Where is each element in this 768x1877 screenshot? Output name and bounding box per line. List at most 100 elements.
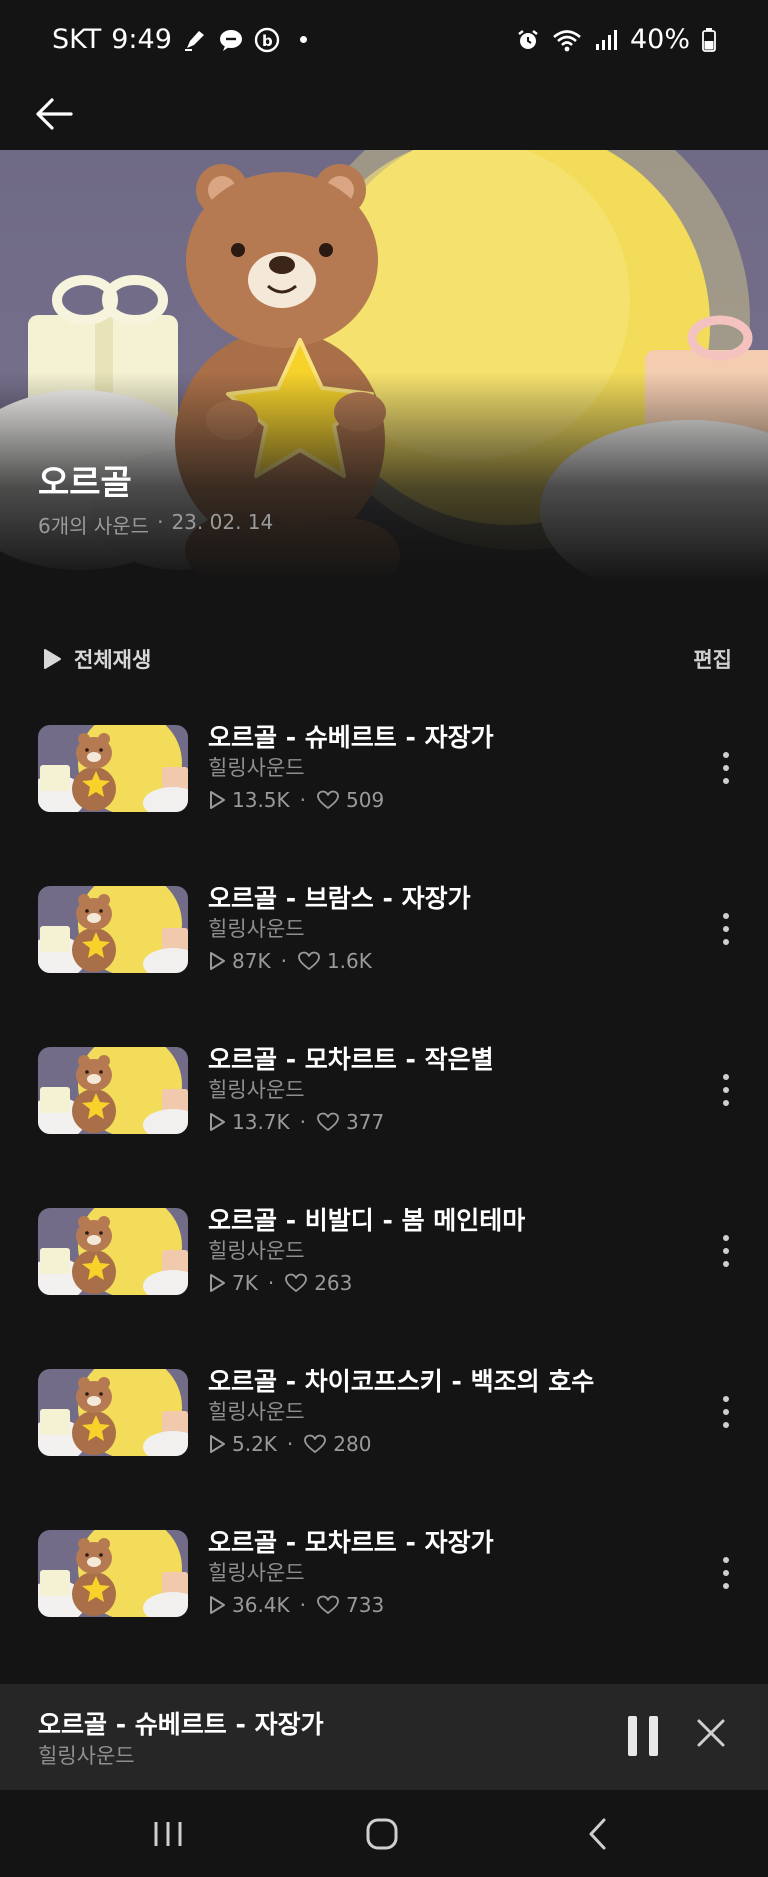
b-app-icon: b — [254, 27, 280, 53]
more-dot — [723, 1409, 729, 1415]
back-button[interactable] — [30, 90, 78, 138]
status-bar: SKT 9:49 b 40% — [0, 0, 768, 86]
carrier-label: SKT — [52, 24, 102, 55]
home-icon — [366, 1818, 398, 1850]
more-dot — [723, 913, 729, 919]
heart-icon — [317, 1112, 339, 1131]
time-label: 9:49 — [111, 24, 172, 55]
play-all-button[interactable]: 전체재생 — [42, 644, 151, 674]
chat-bubble-icon — [218, 27, 244, 53]
sound-count: 6개의 사운드 — [38, 514, 150, 538]
more-dot — [723, 1248, 729, 1254]
more-options-button[interactable] — [714, 1068, 738, 1112]
battery-label: 40% — [629, 24, 690, 55]
chevron-left-icon — [589, 1818, 606, 1850]
track-row[interactable]: 오르골 - 모차르트 - 자장가 힐링사운드 36.4K · 733 — [0, 1505, 768, 1666]
track-thumbnail — [38, 1208, 188, 1295]
edit-button[interactable]: 편집 — [693, 644, 732, 674]
play-count: 36.4K — [232, 1593, 290, 1617]
track-artist: 힐링사운드 — [208, 917, 305, 941]
track-row[interactable]: 오르골 - 비발디 - 봄 메인테마 힐링사운드 7K · 263 — [0, 1183, 768, 1344]
svg-text:b: b — [262, 32, 273, 50]
playlist-hero: 오르골 6개의 사운드 · 23. 02. 14 — [0, 150, 768, 582]
track-row[interactable]: 오르골 - 브람스 - 자장가 힐링사운드 87K · 1.6K — [0, 861, 768, 1022]
play-count: 13.5K — [232, 788, 290, 812]
track-thumbnail — [38, 1047, 188, 1134]
stats-separator: · — [299, 788, 307, 812]
notification-dot — [299, 36, 307, 43]
recent-apps-button[interactable] — [146, 1812, 190, 1856]
more-dot — [723, 1261, 729, 1267]
pause-button[interactable] — [628, 1716, 658, 1756]
track-stats: 36.4K · 733 — [208, 1593, 384, 1617]
play-count-icon — [210, 952, 225, 970]
track-stats: 7K · 263 — [208, 1271, 352, 1295]
track-artist: 힐링사운드 — [208, 1561, 305, 1585]
track-thumbnail — [38, 886, 188, 973]
track-row[interactable]: 오르골 - 차이코프스키 - 백조의 호수 힐링사운드 5.2K · 280 — [0, 1344, 768, 1505]
system-back-button[interactable] — [576, 1812, 620, 1856]
more-dot — [723, 1396, 729, 1402]
more-options-button[interactable] — [714, 1390, 738, 1434]
play-count-icon — [210, 1113, 225, 1131]
heart-icon — [304, 1434, 327, 1453]
arrow-left-icon — [36, 98, 73, 130]
track-title: 오르골 - 차이코프스키 - 백조의 호수 — [208, 1367, 595, 1396]
more-options-button[interactable] — [714, 746, 738, 790]
track-stats: 5.2K · 280 — [208, 1432, 371, 1456]
track-title: 오르골 - 브람스 - 자장가 — [208, 884, 471, 913]
more-dot — [723, 1074, 729, 1080]
like-count: 377 — [346, 1110, 385, 1134]
track-title: 오르골 - 슈베르트 - 자장가 — [208, 723, 494, 752]
track-stats: 87K · 1.6K — [208, 949, 372, 973]
play-count-icon — [210, 791, 225, 809]
close-icon — [697, 1719, 725, 1747]
more-options-button[interactable] — [714, 1229, 738, 1273]
track-stats: 13.7K · 377 — [208, 1110, 384, 1134]
more-dot — [723, 1100, 729, 1106]
pause-icon-bar-right — [649, 1716, 658, 1756]
track-artist: 힐링사운드 — [208, 756, 305, 780]
like-count: 733 — [346, 1593, 385, 1617]
play-count: 87K — [232, 949, 271, 973]
top-bar — [0, 86, 768, 150]
more-dot — [723, 752, 729, 758]
more-dot — [723, 1570, 729, 1576]
mini-player[interactable]: 오르골 - 슈베르트 - 자장가 힐링사운드 — [0, 1684, 768, 1790]
play-icon — [44, 649, 61, 669]
track-title: 오르골 - 모차르트 - 작은별 — [208, 1045, 494, 1074]
stats-separator: · — [299, 1593, 307, 1617]
playlist-meta: 6개의 사운드 · 23. 02. 14 — [38, 510, 273, 539]
pause-icon-bar-left — [628, 1716, 637, 1756]
track-stats: 13.5K · 509 — [208, 788, 384, 812]
track-row[interactable]: 오르골 - 슈베르트 - 자장가 힐링사운드 13.5K · 509 — [0, 700, 768, 861]
stats-separator: · — [286, 1432, 294, 1456]
track-artist: 힐링사운드 — [208, 1078, 305, 1102]
alarm-icon — [516, 28, 540, 52]
more-dot — [723, 1583, 729, 1589]
track-artist: 힐링사운드 — [208, 1400, 305, 1424]
play-count-icon — [210, 1435, 225, 1453]
track-row[interactable]: 오르골 - 모차르트 - 작은별 힐링사운드 13.7K · 377 — [0, 1022, 768, 1183]
like-count: 509 — [346, 788, 385, 812]
more-options-button[interactable] — [714, 907, 738, 951]
play-count-icon — [210, 1596, 225, 1614]
more-dot — [723, 1422, 729, 1428]
list-actions: 전체재생 편집 — [0, 640, 768, 680]
meta-separator: · — [157, 510, 164, 534]
home-button[interactable] — [360, 1812, 404, 1856]
track-thumbnail — [38, 725, 188, 812]
player-track-artist: 힐링사운드 — [38, 1744, 135, 1768]
stats-separator: · — [299, 1110, 307, 1134]
signal-icon — [594, 28, 618, 52]
playlist-title: 오르골 — [38, 463, 132, 503]
like-count: 1.6K — [326, 949, 372, 973]
more-options-button[interactable] — [714, 1551, 738, 1595]
more-dot — [723, 926, 729, 932]
battery-icon — [702, 27, 716, 52]
wifi-icon — [552, 28, 582, 52]
more-dot — [723, 1557, 729, 1563]
close-player-button[interactable] — [694, 1716, 728, 1750]
track-list: 오르골 - 슈베르트 - 자장가 힐링사운드 13.5K · 509 오르골 -… — [0, 700, 768, 1666]
track-thumbnail — [38, 1530, 188, 1617]
